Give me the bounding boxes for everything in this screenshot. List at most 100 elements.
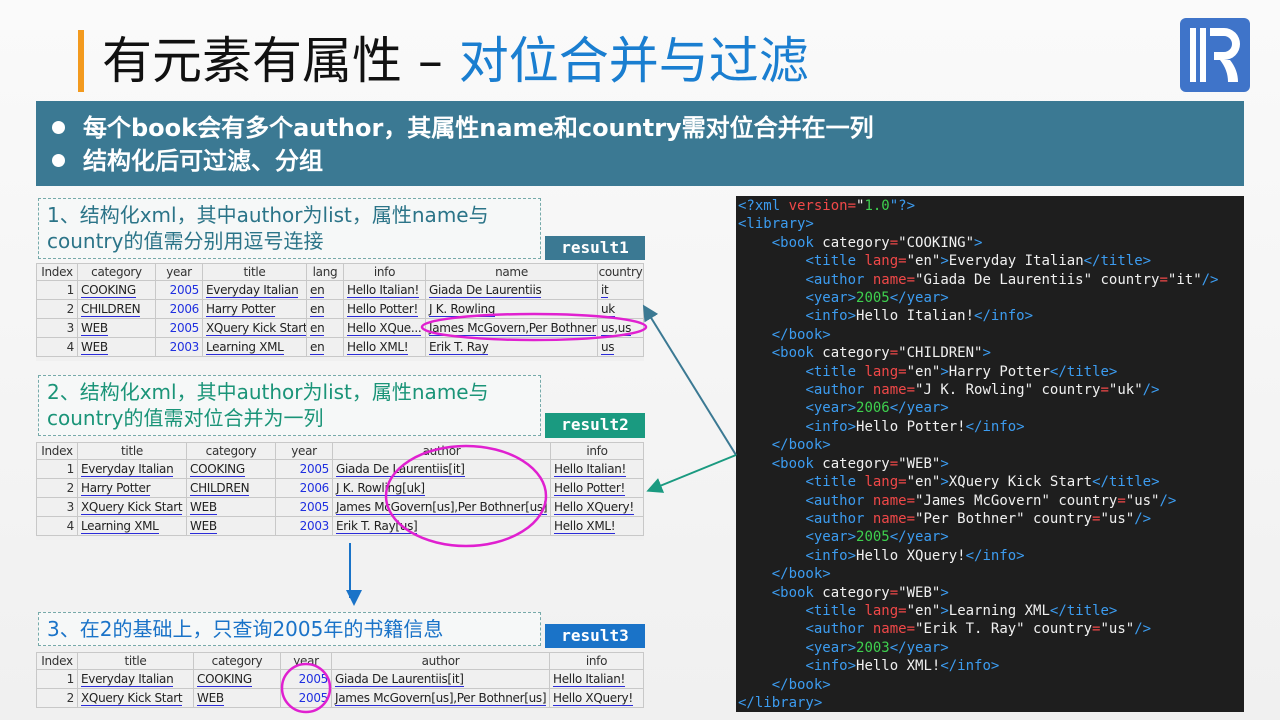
column-header[interactable]: category bbox=[186, 442, 276, 460]
code-line: <book category="WEB"> bbox=[771, 455, 949, 472]
bullet-item: 结构化后可过滤、分组 bbox=[52, 146, 1244, 179]
cell-lang[interactable]: en bbox=[306, 280, 344, 300]
column-header[interactable]: category bbox=[193, 652, 281, 670]
cell-author[interactable]: James McGovern[us],Per Bothner[us] bbox=[332, 497, 551, 517]
code-line: <year>2003</year> bbox=[805, 639, 949, 656]
cell-author[interactable]: James McGovern[us],Per Bothner[us] bbox=[331, 688, 550, 708]
cell-info[interactable]: Hello Italian! bbox=[343, 280, 426, 300]
table-row[interactable]: 3 WEB 2005 XQuery Kick Start en Hello XQue...… bbox=[36, 318, 644, 338]
cell-author[interactable]: Erik T. Ray[us] bbox=[332, 516, 551, 536]
cell-category[interactable]: COOKING bbox=[77, 280, 156, 300]
cell-name[interactable]: Erik T. Ray bbox=[425, 337, 598, 357]
table-row[interactable]: 1 COOKING 2005 Everyday Italian en Hello Ital… bbox=[36, 280, 644, 300]
cell-title[interactable]: Harry Potter bbox=[202, 299, 307, 319]
code-line: <library> bbox=[738, 216, 814, 233]
cell-category[interactable]: WEB bbox=[77, 337, 156, 357]
column-header[interactable]: info bbox=[549, 652, 644, 670]
cell-lang[interactable]: en bbox=[306, 299, 344, 319]
cell-year: 2005 bbox=[275, 459, 333, 479]
code-line: <year>2005</year> bbox=[805, 290, 949, 307]
table-row[interactable]: 4 Learning XML WEB 2003 Erik T. Ray[us] Hello… bbox=[36, 516, 644, 536]
column-header[interactable]: name bbox=[425, 263, 598, 281]
cell-info[interactable]: Hello Potter! bbox=[550, 478, 644, 498]
column-header[interactable]: title bbox=[77, 652, 194, 670]
table-row[interactable]: 1 Everyday Italian COOKING 2005 Giada De Lau… bbox=[36, 669, 644, 689]
column-header[interactable]: year bbox=[275, 442, 333, 460]
column-header[interactable]: info bbox=[343, 263, 426, 281]
column-header[interactable]: Index bbox=[36, 442, 78, 460]
cell-name[interactable]: J K. Rowling bbox=[425, 299, 598, 319]
cell-title[interactable]: XQuery Kick Start bbox=[77, 688, 194, 708]
cell-name[interactable]: James McGovern,Per Bothner bbox=[425, 318, 598, 338]
cell-info[interactable]: Hello Italian! bbox=[550, 459, 644, 479]
cell-author[interactable]: Giada De Laurentiis[it] bbox=[332, 459, 551, 479]
cell-category[interactable]: WEB bbox=[77, 318, 156, 338]
table-row[interactable]: 2 XQuery Kick Start WEB 2005 James McGovern[… bbox=[36, 688, 644, 708]
code-line: <info>Hello Potter!</info> bbox=[805, 418, 1025, 435]
column-header[interactable]: Index bbox=[36, 263, 78, 281]
cell-title[interactable]: Learning XML bbox=[202, 337, 307, 357]
cell-title[interactable]: XQuery Kick Start bbox=[77, 497, 187, 517]
column-header[interactable]: lang bbox=[306, 263, 344, 281]
table-row[interactable]: 1 Everyday Italian COOKING 2005 Giada De Lau… bbox=[36, 459, 644, 479]
cell-category[interactable]: COOKING bbox=[186, 459, 276, 479]
cell-country[interactable]: us bbox=[597, 337, 644, 357]
cell-category[interactable]: WEB bbox=[186, 516, 276, 536]
column-header[interactable]: year bbox=[155, 263, 203, 281]
cell-title[interactable]: Learning XML bbox=[77, 516, 187, 536]
cell-index: 1 bbox=[36, 280, 78, 300]
cell-category[interactable]: CHILDREN bbox=[186, 478, 276, 498]
cell-year: 2005 bbox=[280, 688, 332, 708]
cell-year: 2005 bbox=[280, 669, 332, 689]
table-row[interactable]: 4 WEB 2003 Learning XML en Hello XML! Erik T. … bbox=[36, 337, 644, 357]
code-line: <title lang="en">Learning XML</title> bbox=[805, 602, 1118, 619]
cell-info[interactable]: Hello XML! bbox=[550, 516, 644, 536]
cell-title[interactable]: Everyday Italian bbox=[202, 280, 307, 300]
table-row[interactable]: 2 Harry Potter CHILDREN 2006 J K. Rowling[uk… bbox=[36, 478, 644, 498]
cell-country[interactable]: it bbox=[597, 280, 644, 300]
column-header[interactable]: title bbox=[77, 442, 187, 460]
bullet-item: 每个book会有多个author，其属性name和country需对位合并在一列 bbox=[52, 113, 1244, 146]
table-row[interactable]: 2 CHILDREN 2006 Harry Potter en Hello Potter!… bbox=[36, 299, 644, 319]
column-header[interactable]: category bbox=[77, 263, 156, 281]
column-header[interactable]: Index bbox=[36, 652, 78, 670]
cell-info[interactable]: Hello Potter! bbox=[343, 299, 426, 319]
result1-badge: result1 bbox=[545, 236, 645, 260]
cell-title[interactable]: Everyday Italian bbox=[77, 459, 187, 479]
cell-title[interactable]: XQuery Kick Start bbox=[202, 318, 307, 338]
data-table: Index title category year author info 1 Everyda… bbox=[36, 442, 644, 540]
cell-category[interactable]: WEB bbox=[186, 497, 276, 517]
data-table: Index title category year author info 1 Everyda… bbox=[36, 652, 644, 712]
column-header[interactable]: author bbox=[332, 442, 551, 460]
cell-country[interactable]: us,us bbox=[597, 318, 644, 338]
cell-index: 3 bbox=[36, 497, 78, 517]
column-header[interactable]: year bbox=[280, 652, 332, 670]
code-line: <author name="Erik T. Ray" country="us"/… bbox=[805, 621, 1152, 638]
column-header[interactable]: country bbox=[597, 263, 644, 281]
cell-lang[interactable]: en bbox=[306, 318, 344, 338]
cell-category[interactable]: WEB bbox=[193, 688, 281, 708]
cell-lang[interactable]: en bbox=[306, 337, 344, 357]
column-header[interactable]: author bbox=[331, 652, 550, 670]
table-row[interactable]: 3 XQuery Kick Start WEB 2005 James McGovern[… bbox=[36, 497, 644, 517]
cell-country[interactable]: uk bbox=[597, 299, 644, 319]
cell-category[interactable]: COOKING bbox=[193, 669, 281, 689]
column-header[interactable]: title bbox=[202, 263, 307, 281]
cell-info[interactable]: Hello XQuery! bbox=[550, 497, 644, 517]
cell-info[interactable]: Hello XML! bbox=[343, 337, 426, 357]
cell-info[interactable]: Hello Italian! bbox=[549, 669, 644, 689]
cell-category[interactable]: CHILDREN bbox=[77, 299, 156, 319]
cell-author[interactable]: J K. Rowling[uk] bbox=[332, 478, 551, 498]
cell-info[interactable]: Hello XQue... bbox=[343, 318, 426, 338]
cell-title[interactable]: Everyday Italian bbox=[77, 669, 194, 689]
cell-name[interactable]: Giada De Laurentiis bbox=[425, 280, 598, 300]
cell-title[interactable]: Harry Potter bbox=[77, 478, 187, 498]
code-line: <info>Hello XQuery!</info> bbox=[805, 547, 1025, 564]
cell-index: 1 bbox=[36, 669, 78, 689]
cell-index: 2 bbox=[36, 299, 78, 319]
column-header[interactable]: info bbox=[550, 442, 644, 460]
code-line: </book> bbox=[771, 326, 831, 343]
cell-author[interactable]: Giada De Laurentiis[it] bbox=[331, 669, 550, 689]
cell-index: 3 bbox=[36, 318, 78, 338]
cell-info[interactable]: Hello XQuery! bbox=[549, 688, 644, 708]
